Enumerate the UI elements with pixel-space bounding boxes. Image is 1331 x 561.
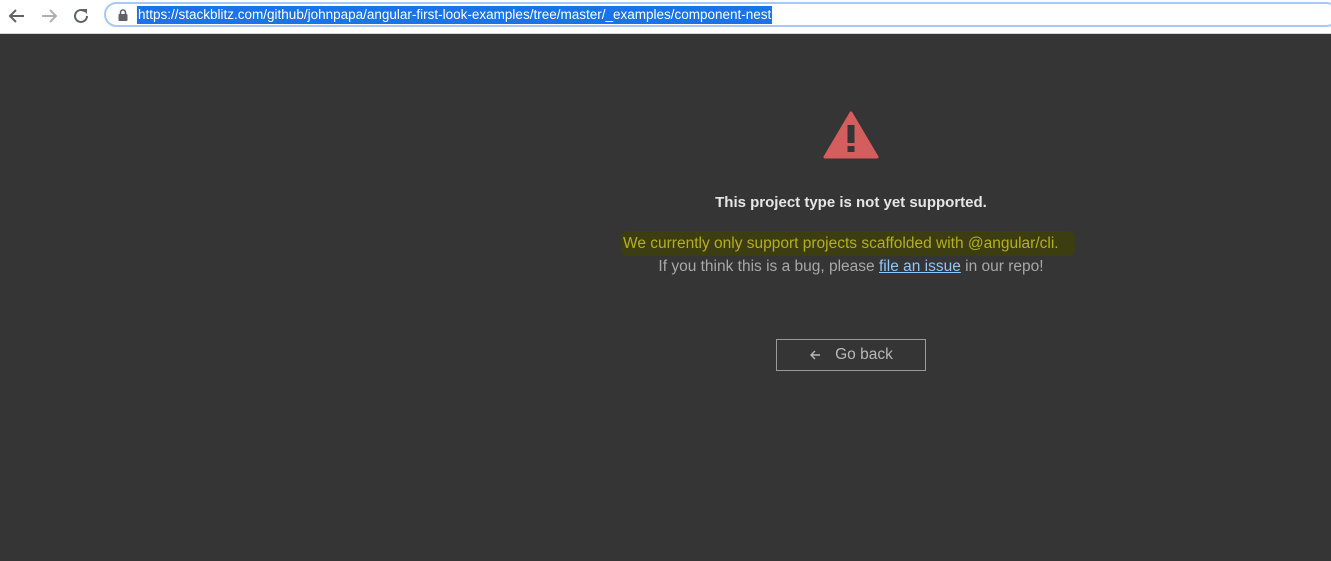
- go-back-button[interactable]: Go back: [776, 339, 926, 371]
- browser-toolbar: https://stackblitz.com/github/johnpapa/a…: [0, 0, 1331, 34]
- forward-button[interactable]: [37, 4, 61, 28]
- reload-button[interactable]: [69, 4, 93, 28]
- error-title: This project type is not yet supported.: [715, 194, 987, 211]
- back-arrow-icon: [8, 9, 24, 23]
- file-issue-link[interactable]: file an issue: [879, 258, 961, 275]
- support-message: We currently only support projects scaff…: [621, 231, 1075, 256]
- back-button[interactable]: [5, 4, 29, 28]
- lock-icon: [118, 9, 128, 21]
- warning-triangle-icon: [823, 111, 879, 159]
- arrow-left-icon: [810, 350, 821, 360]
- error-page: This project type is not yet supported. …: [0, 34, 1331, 561]
- forward-arrow-icon: [42, 9, 58, 23]
- bug-suffix: in our repo!: [965, 258, 1044, 275]
- go-back-label: Go back: [835, 346, 893, 363]
- address-bar[interactable]: https://stackblitz.com/github/johnpapa/a…: [104, 2, 1331, 27]
- bug-prefix: If you think this is a bug, please: [658, 258, 875, 275]
- bug-report-line: If you think this is a bug, please file …: [600, 258, 1102, 276]
- url-text[interactable]: https://stackblitz.com/github/johnpapa/a…: [137, 6, 773, 24]
- reload-icon: [74, 8, 88, 23]
